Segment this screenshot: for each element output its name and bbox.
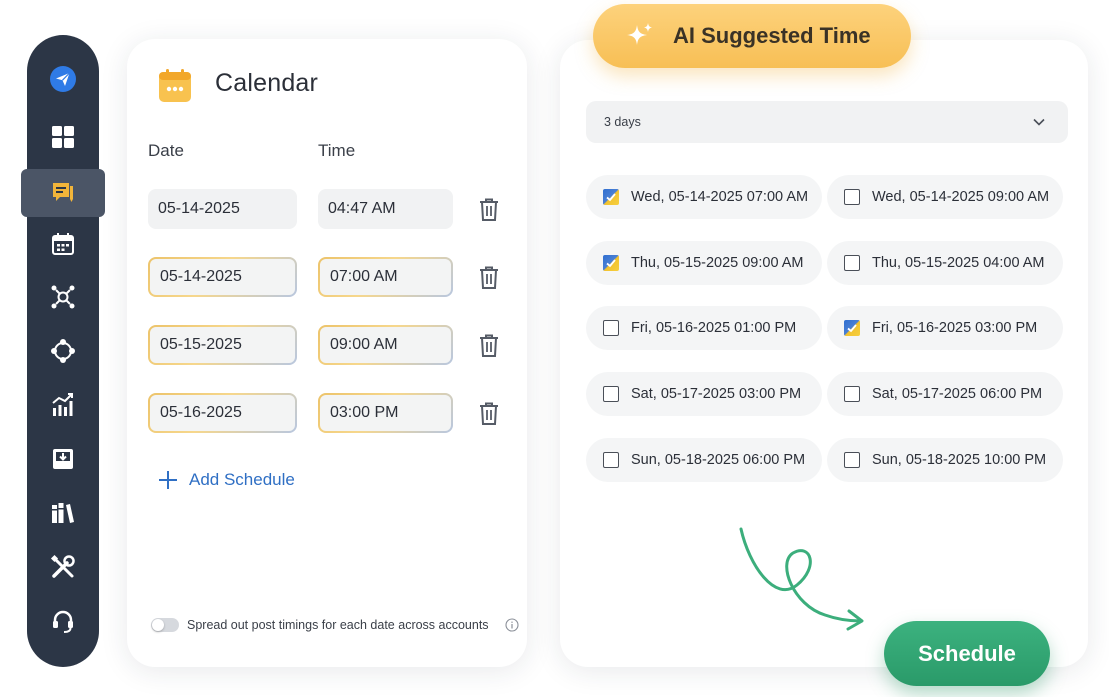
time-slot-label: Fri, 05-16-2025 01:00 PM [631, 320, 797, 336]
trash-icon[interactable] [476, 264, 502, 290]
nav-item-hub[interactable] [43, 331, 83, 371]
range-select[interactable]: 3 days [586, 101, 1068, 143]
library-icon [52, 503, 74, 523]
sparkle-icon [627, 23, 652, 45]
curved-arrow-icon [739, 527, 864, 631]
compose-icon [53, 183, 73, 202]
dashboard-icon [52, 126, 74, 148]
time-slot-option[interactable]: Thu, 05-15-2025 09:00 AM [586, 241, 822, 285]
calendar-title: Calendar [215, 69, 319, 97]
time-slot-label: Sat, 05-17-2025 06:00 PM [872, 386, 1043, 402]
checkbox[interactable] [603, 386, 619, 402]
time-field[interactable]: 07:00 AM [318, 257, 453, 297]
trash-icon[interactable] [476, 400, 502, 426]
nav-item-tools[interactable] [43, 547, 83, 587]
date-field[interactable]: 05-14-2025 [148, 257, 297, 297]
checkbox-checked[interactable] [603, 255, 619, 271]
tools-icon [50, 554, 75, 578]
check-icon [847, 324, 857, 333]
time-slot-label: Thu, 05-15-2025 04:00 AM [872, 255, 1045, 271]
chevron-down-icon [1033, 118, 1045, 126]
nav-item-network[interactable] [43, 277, 83, 317]
checkbox[interactable] [844, 452, 860, 468]
time-field[interactable]: 09:00 AM [318, 325, 453, 365]
time-field[interactable]: 03:00 PM [318, 393, 453, 433]
time-slot-option[interactable]: Wed, 05-14-2025 09:00 AM [827, 175, 1063, 219]
nav-item-calendar[interactable] [43, 224, 83, 264]
inbox-icon [53, 449, 73, 469]
check-icon [606, 259, 616, 268]
time-column-label: Time [318, 141, 356, 160]
time-slot-label: Sun, 05-18-2025 06:00 PM [631, 452, 806, 468]
support-icon [53, 610, 73, 633]
nav-item-library[interactable] [43, 493, 83, 533]
date-field[interactable]: 05-14-2025 [148, 189, 297, 229]
time-slot-label: Sat, 05-17-2025 03:00 PM [631, 386, 802, 402]
time-slot-option[interactable]: Fri, 05-16-2025 03:00 PM [827, 306, 1063, 350]
trash-icon[interactable] [476, 196, 502, 222]
nav-item-send[interactable] [43, 59, 83, 99]
ai-suggested-time-badge: AI Suggested Time [593, 4, 911, 68]
time-slot-option[interactable]: Fri, 05-16-2025 01:00 PM [586, 306, 822, 350]
date-field[interactable]: 05-16-2025 [148, 393, 297, 433]
sidebar [21, 35, 105, 667]
checkbox[interactable] [844, 189, 860, 205]
analytics-icon [52, 393, 73, 416]
time-slot-option[interactable]: Sun, 05-18-2025 06:00 PM [586, 438, 822, 482]
time-slot-label: Thu, 05-15-2025 09:00 AM [631, 255, 804, 271]
checkbox[interactable] [844, 386, 860, 402]
time-slot-label: Wed, 05-14-2025 09:00 AM [872, 189, 1050, 205]
date-column-label: Date [148, 141, 184, 160]
time-slot-label: Sun, 05-18-2025 10:00 PM [872, 452, 1047, 468]
ai-badge-label: AI Suggested Time [673, 23, 871, 48]
spread-toggle[interactable] [151, 618, 179, 632]
time-slot-option[interactable]: Sat, 05-17-2025 03:00 PM [586, 372, 822, 416]
info-icon[interactable] [505, 618, 519, 632]
nav-item-dashboard[interactable] [43, 117, 83, 157]
checkbox[interactable] [603, 452, 619, 468]
calendar-app-icon [159, 69, 191, 102]
nav-item-compose[interactable] [21, 169, 105, 217]
time-slot-label: Fri, 05-16-2025 03:00 PM [872, 320, 1038, 336]
nav-item-support[interactable] [43, 601, 83, 641]
time-slot-option[interactable]: Wed, 05-14-2025 07:00 AM [586, 175, 822, 219]
range-value: 3 days [604, 115, 641, 129]
checkbox-checked[interactable] [603, 189, 619, 205]
time-slot-option[interactable]: Sun, 05-18-2025 10:00 PM [827, 438, 1063, 482]
send-icon [50, 66, 76, 92]
calendar-icon [52, 233, 74, 255]
checkbox-checked[interactable] [844, 320, 860, 336]
time-slot-label: Wed, 05-14-2025 07:00 AM [631, 189, 809, 205]
check-icon [606, 193, 616, 202]
schedule-button[interactable]: Schedule [884, 621, 1050, 686]
checkbox[interactable] [603, 320, 619, 336]
time-slot-option[interactable]: Thu, 05-15-2025 04:00 AM [827, 241, 1063, 285]
spread-setting: Spread out post timings for each date ac… [151, 618, 519, 632]
time-field[interactable]: 04:47 AM [318, 189, 453, 229]
add-schedule-button[interactable]: Add Schedule [157, 469, 295, 491]
network-icon [51, 285, 75, 309]
nav-item-inbox[interactable] [43, 439, 83, 479]
nav-item-analytics[interactable] [43, 385, 83, 425]
checkbox[interactable] [844, 255, 860, 271]
hub-icon [51, 339, 75, 363]
plus-icon [159, 471, 177, 489]
add-schedule-label: Add Schedule [189, 470, 295, 489]
spread-label: Spread out post timings for each date ac… [187, 618, 489, 632]
time-slot-option[interactable]: Sat, 05-17-2025 06:00 PM [827, 372, 1063, 416]
trash-icon[interactable] [476, 332, 502, 358]
calendar-card: Calendar Date Time 05-14-2025 04:47 AM 0… [127, 39, 527, 667]
date-field[interactable]: 05-15-2025 [148, 325, 297, 365]
